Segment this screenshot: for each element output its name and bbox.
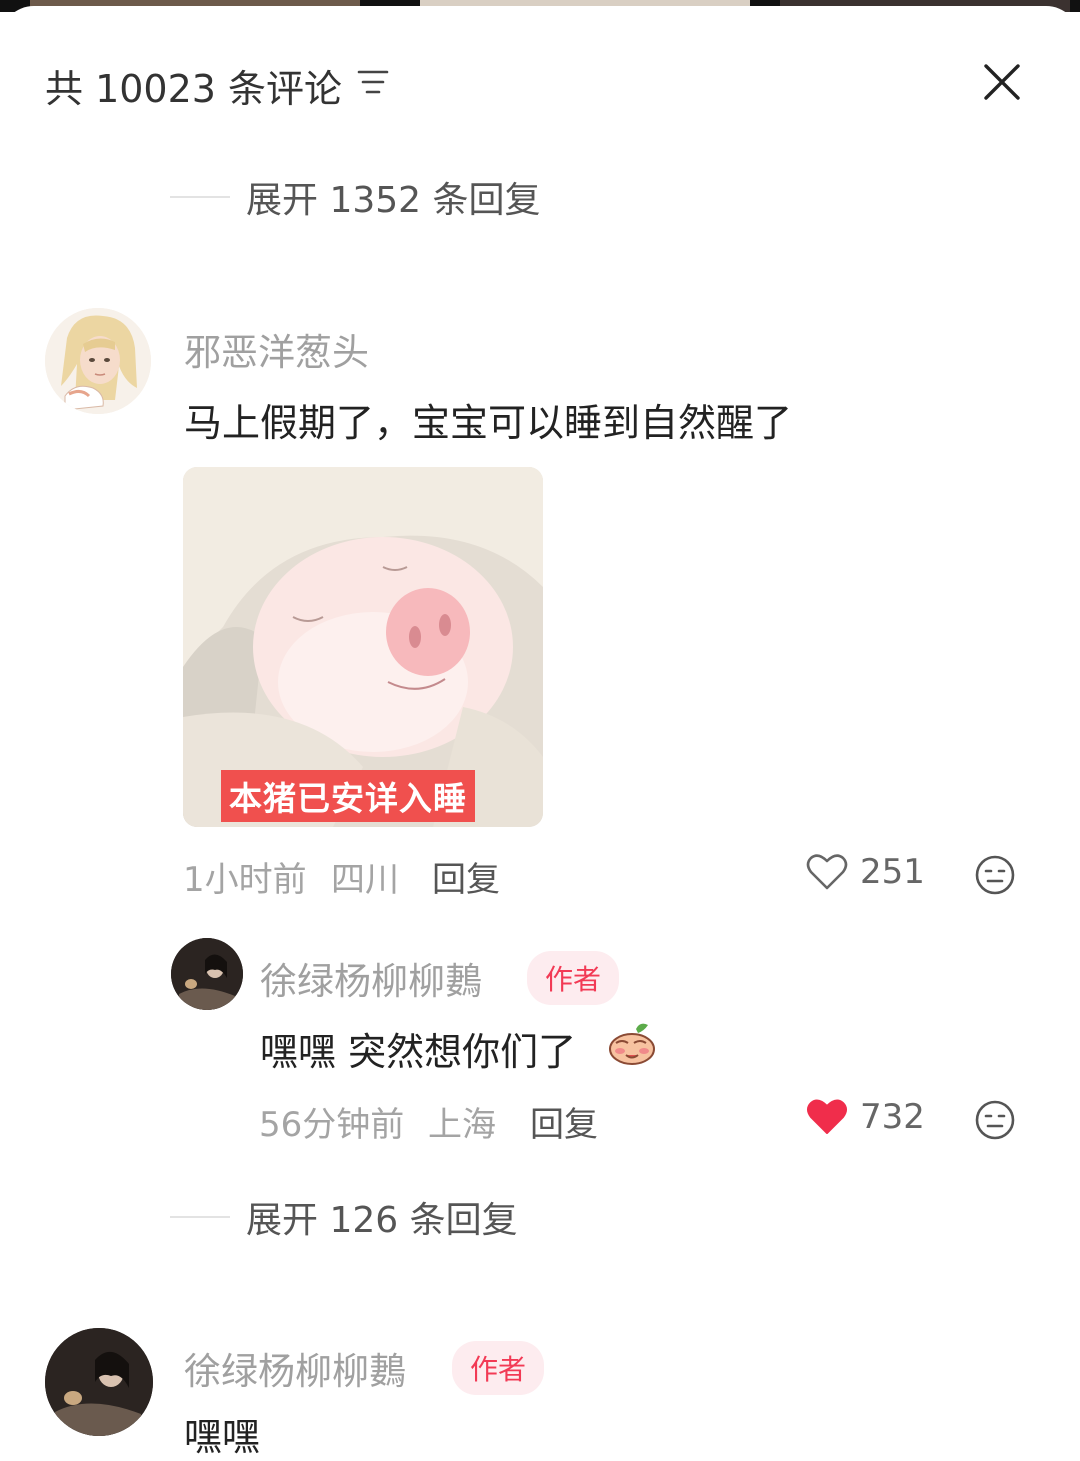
- comment-text: 嘿嘿: [184, 1415, 261, 1459]
- comment-image[interactable]: 本猪已安详入睡: [183, 467, 543, 827]
- expand-replies-button[interactable]: 展开 1352 条回复: [170, 171, 541, 223]
- expand-replies-label: 展开 126 条回复: [246, 1200, 518, 1241]
- image-caption: 本猪已安详入睡: [221, 770, 475, 822]
- author-avatar[interactable]: [45, 1328, 153, 1436]
- comment-location: 四川: [331, 860, 399, 900]
- like-count: 251: [860, 852, 925, 892]
- close-icon[interactable]: [982, 62, 1022, 102]
- username[interactable]: 徐绿杨柳柳鶈: [184, 1341, 406, 1395]
- author-badge: 作者: [527, 951, 620, 1005]
- expand-divider: [170, 196, 230, 198]
- reply-time: 56分钟前: [259, 1105, 405, 1145]
- anime-girl-avatar-icon: [45, 308, 151, 414]
- author-badge: 作者: [452, 1341, 545, 1395]
- shy-sticker-icon: [609, 1023, 655, 1065]
- expand-replies-button[interactable]: 展开 126 条回复: [170, 1191, 518, 1243]
- avatar[interactable]: [45, 308, 151, 414]
- heart-filled-icon[interactable]: [805, 1097, 849, 1137]
- dark-portrait-avatar-icon: [171, 938, 243, 1010]
- comment-text: 马上假期了，宝宝可以睡到自然醒了: [184, 401, 793, 445]
- comment-count-title: 共 10023 条评论: [45, 67, 343, 111]
- reply-location: 上海: [428, 1105, 496, 1145]
- reply-button[interactable]: 回复: [432, 852, 500, 901]
- like-count: 732: [860, 1097, 925, 1137]
- username[interactable]: 邪恶洋葱头: [184, 322, 369, 376]
- sort-lines-icon[interactable]: [357, 68, 389, 96]
- neutral-face-icon[interactable]: [974, 1099, 1016, 1141]
- heart-outline-icon[interactable]: [805, 852, 849, 892]
- reply-button[interactable]: 回复: [530, 1097, 598, 1146]
- expand-divider: [170, 1216, 230, 1218]
- reply-text: 嘿嘿 突然想你们了: [260, 1030, 577, 1074]
- comments-sheet: 共 10023 条评论 展开 1352 条回复 邪恶洋葱头 马上假期了，宝宝可以…: [0, 6, 1080, 1459]
- author-avatar[interactable]: [171, 938, 243, 1010]
- comment-time: 1小时前: [183, 860, 307, 900]
- neutral-face-icon[interactable]: [974, 854, 1016, 896]
- dark-portrait-avatar-icon: [45, 1328, 153, 1436]
- username[interactable]: 徐绿杨柳柳鶈: [260, 951, 482, 1005]
- expand-replies-label: 展开 1352 条回复: [246, 180, 541, 221]
